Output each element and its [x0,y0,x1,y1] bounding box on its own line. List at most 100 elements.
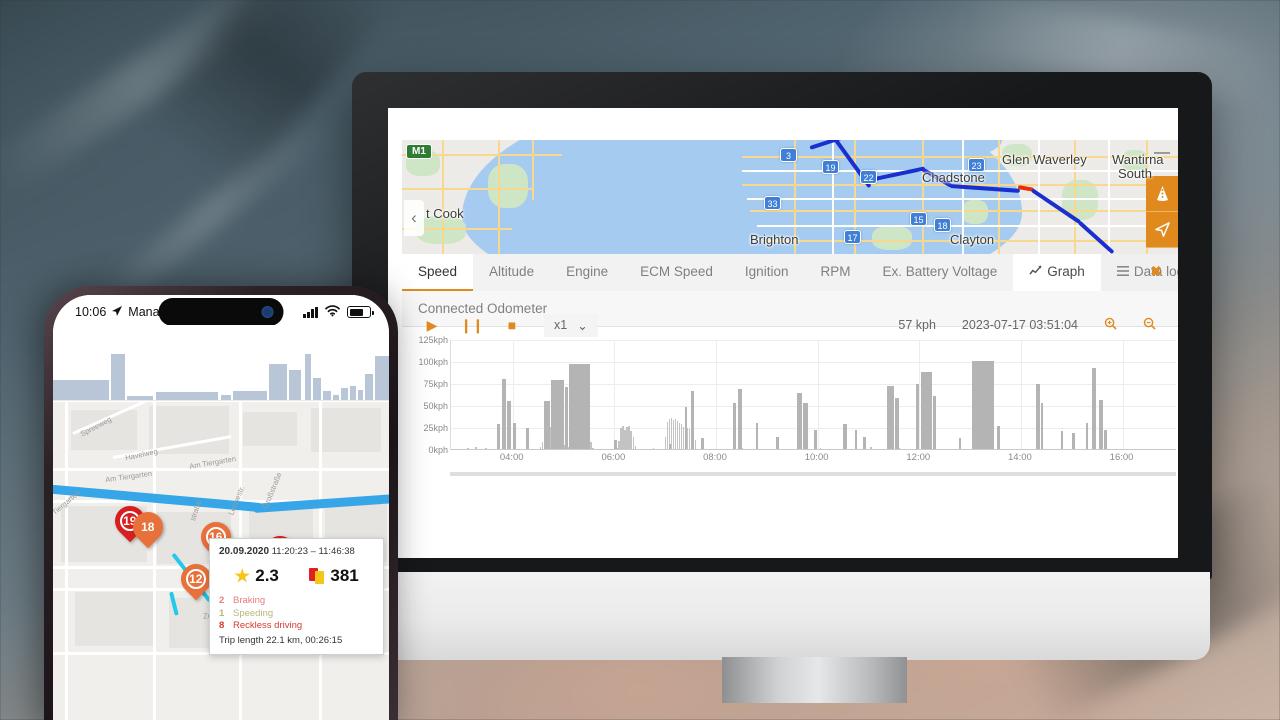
front-camera-icon [261,306,274,318]
phone-chart-bar [358,390,363,400]
pause-button[interactable]: ❙❙ [452,317,492,334]
map-highway-shield: 22 [860,170,877,184]
graph-y-tick: 75kph [423,379,448,389]
graph-speed-bar [803,403,809,449]
map-road [442,140,444,254]
graph-x-tick: 12:00 [906,452,931,463]
phone-chart-bar [305,354,311,400]
map-minor-street [832,140,834,254]
graph-speed-bar [557,448,560,449]
graph-speed-bar [506,400,511,449]
graph-gridline [715,340,717,449]
phone-chart-bar [350,386,356,400]
smartphone-device: 10:06 Manage V Spreeweg Havelweg Am Tier… [44,286,398,720]
route-map[interactable]: M1 ‹ — t Cook Brighton Chadstone Glen Waver… [402,140,1178,254]
graph-speed-bar [1086,422,1089,449]
popup-event-label: Braking [233,595,266,606]
graph-speed-bar [755,422,759,449]
graph-speed-bar [496,424,500,449]
map-place-label: South [1118,166,1152,181]
graph-plot-area[interactable] [450,340,1176,450]
popup-event-row: 2 Braking [219,595,374,606]
phone-chart-bar [365,374,373,400]
graph-gridline [451,340,1176,341]
phone-chart-bar [111,354,125,400]
graph-horizontal-scrollbar[interactable] [450,472,1176,476]
map-highway-shield: 18 [934,218,951,232]
graph-gridline [1020,340,1022,449]
playback-speed-value: x1 [554,318,568,332]
phone-activity-bar-chart[interactable] [53,325,389,401]
graph-gridline [451,362,1176,363]
popup-event-label: Reckless driving [233,620,303,631]
desktop-monitor: M1 ‹ — t Cook Brighton Chadstone Glen Waver… [352,72,1212,703]
map-park [488,164,528,208]
tab-speed[interactable]: Speed [402,254,474,291]
graph-speed-bar [921,371,932,449]
graph-speed-bar [701,438,704,449]
wifi-icon [325,304,340,320]
graph-y-tick: 25kph [423,423,448,433]
map-collapse-chevron-left-icon[interactable]: ‹ [404,200,424,236]
tab-label: RPM [820,264,851,279]
phone-chart-bar [341,388,348,400]
navigation-arrow-icon[interactable] [1146,212,1178,248]
popup-event-row: 8 Reckless driving [219,620,374,631]
play-button[interactable]: ▶ [412,317,452,334]
popup-event-count: 2 [219,595,225,606]
phone-chart-bar [233,391,267,400]
popup-stats: 2.3 381 [219,566,374,586]
graph-gridline [1122,340,1124,449]
phone-chart-bar [221,395,231,400]
graph-y-axis: 0kph 25kph 50kph 75kph 100kph 125kph [402,335,448,455]
map-road [750,210,1178,212]
close-panel-button[interactable]: ✖ [1134,254,1178,291]
graph-speed-bar [870,446,872,449]
map-road [922,140,924,254]
zoom-out-icon[interactable] [1143,317,1156,333]
phone-chart-bar [375,356,389,400]
graph-speed-bar [513,422,517,449]
graph-speed-bar [652,448,655,449]
graph-speed-bar [898,448,901,449]
map-highway-shield: 19 [822,160,839,174]
map-block [75,592,153,646]
popup-event-count: 8 [219,620,225,631]
graph-speed-bar [959,438,962,449]
graph-y-tick: 125kph [418,335,448,345]
driver-points-value: 381 [330,566,359,585]
phone-trip-map[interactable]: Spreeweg Havelweg Am Tiergarten Am Tiergart… [53,402,389,720]
tab-ecm-speed[interactable]: ECM Speed [624,254,729,291]
playback-speed-select[interactable]: x1 ⌄ [544,313,598,337]
popup-trip-length: Trip length 22.1 km, 00:26:15 [219,635,343,646]
map-place-label: Glen Waverley [1002,152,1087,167]
popup-title: 20.09.2020 11:20:23 – 11:46:38 [219,546,374,557]
tab-rpm[interactable]: RPM [804,254,866,291]
graph-y-tick: 100kph [418,357,448,367]
tab-engine[interactable]: Engine [550,254,624,291]
graph-speed-bar [737,389,743,449]
graph-x-tick: 10:00 [804,452,829,463]
stop-button[interactable]: ■ [492,317,532,333]
tab-label: Speed [418,264,458,279]
popup-time-range: 11:20:23 – 11:46:38 [271,546,355,557]
map-place-label: Clayton [950,232,995,247]
graph-x-tick: 14:00 [1008,452,1032,463]
graph-speed-bar [983,447,985,449]
tab-ignition[interactable]: Ignition [729,254,805,291]
phone-chart-bar [333,395,339,400]
map-place-label: t Cook [426,206,464,221]
tab-graph[interactable]: Graph [1013,254,1101,291]
street-view-icon[interactable] [1146,176,1178,212]
tab-altitude[interactable]: Altitude [473,254,550,291]
location-arrow-icon [111,305,123,320]
map-side-controls [1146,176,1178,248]
speed-graph[interactable]: 0kph 25kph 50kph 75kph 100kph 125kph 04:00 06:… [402,335,1178,478]
graph-x-axis: 04:00 06:00 08:00 10:00 12:00 14:00 16:00 [450,452,1176,470]
zoom-in-icon[interactable] [1104,317,1117,333]
tab-ex-battery-voltage[interactable]: Ex. Battery Voltage [866,254,1013,291]
graph-speed-bar [501,378,507,449]
tab-label: Graph [1047,264,1085,279]
phone-chart-bar [127,396,153,400]
graph-speed-bar [741,448,743,449]
